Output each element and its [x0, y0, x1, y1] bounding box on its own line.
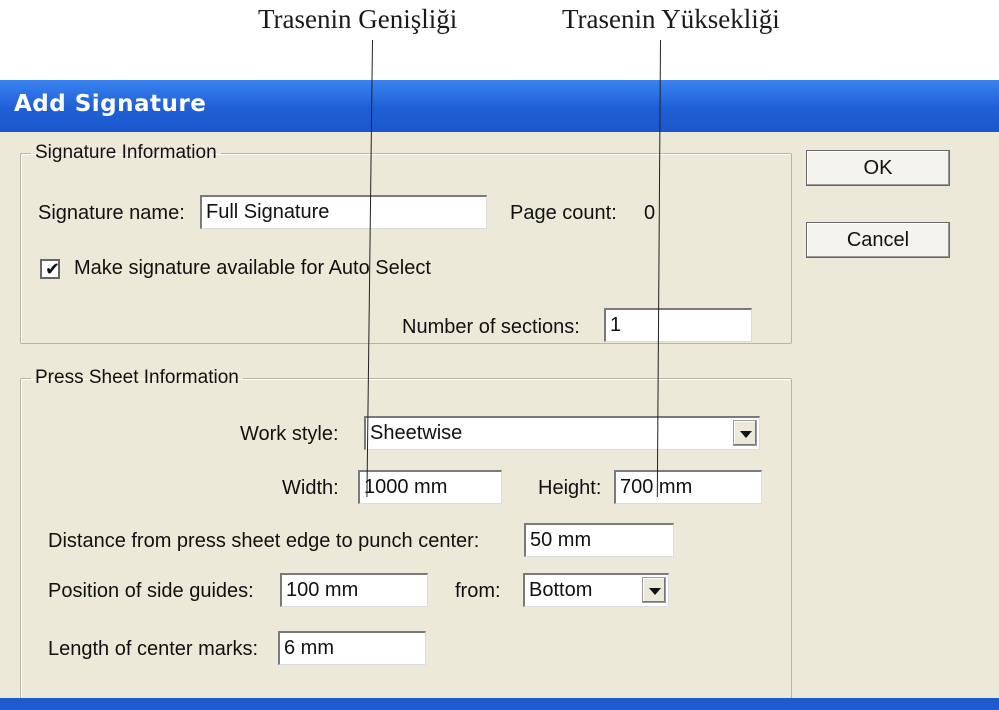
- ok-button[interactable]: OK: [806, 150, 950, 186]
- number-of-sections-input[interactable]: 1: [604, 308, 752, 342]
- chevron-down-icon: [649, 588, 661, 595]
- press-sheet-information-legend: Press Sheet Information: [35, 367, 239, 388]
- window-bottom-border: [0, 698, 999, 710]
- auto-select-label: Make signature available for Auto Select: [74, 257, 431, 279]
- width-input[interactable]: 1000 mm: [358, 470, 502, 504]
- punch-distance-input[interactable]: 50 mm: [524, 523, 674, 557]
- title-bar[interactable]: Add Signature: [0, 80, 999, 132]
- cancel-button[interactable]: Cancel: [806, 222, 950, 258]
- work-style-label: Work style:: [240, 423, 339, 445]
- auto-select-checkbox[interactable]: ✔: [40, 259, 60, 279]
- dialog-client-area: Signature Information Signature name: Fu…: [0, 132, 999, 699]
- page-count-value: 0: [644, 202, 656, 224]
- center-marks-label: Length of center marks:: [48, 638, 259, 660]
- height-input[interactable]: 700 mm: [614, 470, 762, 504]
- chevron-down-icon: [740, 431, 752, 438]
- work-style-dropdown-button[interactable]: [733, 420, 757, 446]
- work-style-select[interactable]: Sheetwise: [364, 416, 760, 450]
- page-count-label: Page count:: [510, 202, 617, 224]
- signature-name-label: Signature name:: [38, 202, 185, 224]
- signature-name-input[interactable]: Full Signature: [200, 195, 487, 229]
- from-select[interactable]: Bottom: [523, 573, 669, 607]
- signature-information-legend: Signature Information: [35, 142, 217, 163]
- punch-distance-label: Distance from press sheet edge to punch …: [48, 530, 480, 552]
- side-guides-input[interactable]: 100 mm: [280, 573, 428, 607]
- checkmark-icon: ✔: [45, 259, 61, 279]
- center-marks-input[interactable]: 6 mm: [278, 631, 426, 665]
- window-title: Add Signature: [14, 91, 207, 117]
- width-label: Width:: [282, 477, 339, 499]
- number-of-sections-label: Number of sections:: [402, 316, 580, 338]
- add-signature-dialog: Add Signature Signature Information Sign…: [0, 80, 999, 710]
- side-guides-label: Position of side guides:: [48, 580, 254, 602]
- annotation-height-label: Trasenin Yüksekliği: [562, 4, 780, 34]
- from-label: from:: [455, 580, 501, 602]
- height-label: Height:: [538, 477, 602, 499]
- work-style-value: Sheetwise: [370, 422, 463, 444]
- annotation-width-label: Trasenin Genişliği: [258, 4, 458, 34]
- from-dropdown-button[interactable]: [642, 577, 666, 603]
- from-value: Bottom: [529, 579, 593, 601]
